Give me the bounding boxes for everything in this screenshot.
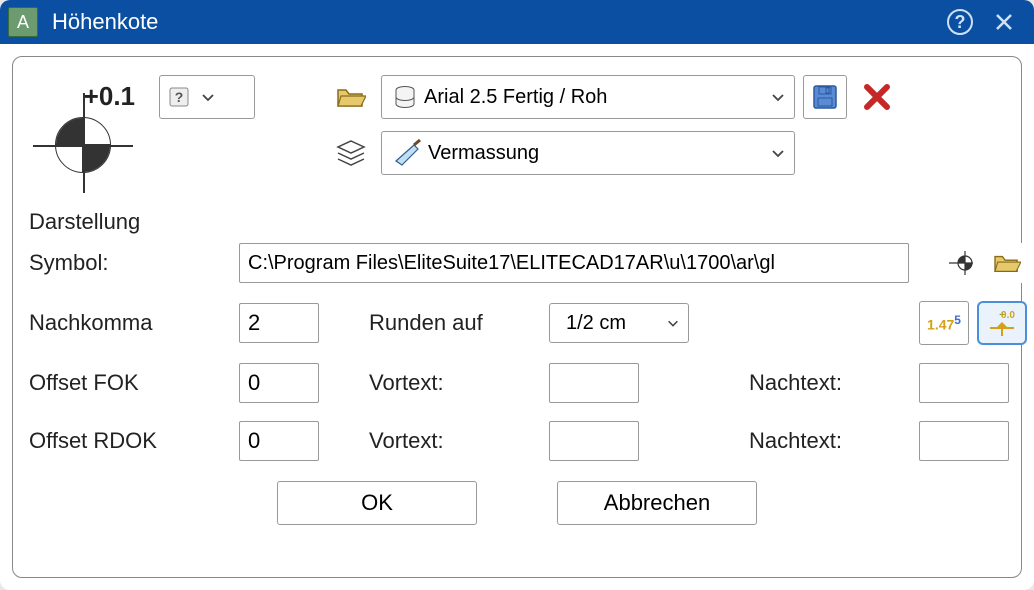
close-button[interactable]: [982, 0, 1026, 44]
layers-icon: [335, 138, 367, 168]
rdok-nachtext-label: Nachtext:: [749, 428, 909, 454]
svg-text:0.0: 0.0: [1001, 310, 1015, 321]
browse-symbol-button[interactable]: [987, 243, 1027, 283]
window-title: Höhenkote: [52, 9, 938, 35]
fok-vortext-input[interactable]: [549, 363, 639, 403]
titlebar: A Höhenkote ?: [0, 0, 1034, 44]
folder-icon: [993, 251, 1021, 275]
number-format-button[interactable]: 1.475: [919, 301, 969, 345]
ok-button[interactable]: OK: [277, 481, 477, 525]
runden-label: Runden auf: [369, 310, 539, 336]
symbol-label: Symbol:: [29, 250, 229, 276]
round-combo[interactable]: 1/2 cm: [549, 303, 689, 343]
unknown-type-icon: ?: [168, 86, 190, 108]
level-reference-icon: + 0.0: [982, 306, 1022, 340]
offset-rdok-input[interactable]: [239, 421, 319, 461]
preview-value: +0.1: [84, 81, 135, 112]
help-button[interactable]: ?: [938, 0, 982, 44]
rdok-vortext-label: Vortext:: [369, 428, 539, 454]
round-value: 1/2 cm: [560, 312, 656, 335]
chevron-down-icon: [666, 316, 680, 330]
cancel-button[interactable]: Abbrechen: [557, 481, 757, 525]
ok-label: OK: [361, 490, 393, 516]
help-icon: ?: [947, 9, 973, 35]
close-icon: [994, 12, 1014, 32]
text-style-label: Arial 2.5 Fertig / Roh: [418, 86, 760, 109]
layer-combo[interactable]: Vermassung: [381, 131, 795, 175]
rdok-vortext-input[interactable]: [549, 421, 639, 461]
delete-icon: [862, 82, 892, 112]
chevron-down-icon: [770, 89, 786, 105]
symbol-path-input[interactable]: [239, 243, 909, 283]
layers-button[interactable]: [329, 131, 373, 175]
chevron-down-icon: [200, 89, 216, 105]
fok-nachtext-input[interactable]: [919, 363, 1009, 403]
nachkomma-input[interactable]: [239, 303, 319, 343]
folder-open-button[interactable]: [329, 75, 373, 119]
layer-label: Vermassung: [422, 142, 760, 165]
svg-text:?: ?: [175, 89, 184, 105]
level-reference-button[interactable]: + 0.0: [977, 301, 1027, 345]
trowel-icon: [392, 139, 422, 167]
cancel-label: Abbrechen: [604, 490, 710, 516]
offset-rdok-label: Offset RDOK: [29, 428, 229, 454]
offset-fok-label: Offset FOK: [29, 370, 229, 396]
database-icon: [392, 84, 418, 110]
delete-button[interactable]: [855, 75, 899, 119]
number-format-icon: 1.475: [927, 313, 961, 333]
offset-fok-input[interactable]: [239, 363, 319, 403]
chevron-down-icon: [770, 145, 786, 161]
app-icon: A: [8, 7, 38, 37]
section-legend: Darstellung: [29, 209, 1027, 235]
text-style-combo[interactable]: Arial 2.5 Fertig / Roh: [381, 75, 795, 119]
save-icon: [811, 83, 839, 111]
pick-symbol-button[interactable]: [941, 243, 981, 283]
folder-icon: [336, 84, 366, 110]
height-marker-preview-icon: +0.1: [29, 75, 139, 185]
fok-nachtext-label: Nachtext:: [749, 370, 909, 396]
rdok-nachtext-input[interactable]: [919, 421, 1009, 461]
fok-vortext-label: Vortext:: [369, 370, 539, 396]
nachkomma-label: Nachkomma: [29, 310, 229, 336]
save-button[interactable]: [803, 75, 847, 119]
type-combo[interactable]: ?: [159, 75, 255, 119]
height-marker-small-icon: [947, 249, 975, 277]
